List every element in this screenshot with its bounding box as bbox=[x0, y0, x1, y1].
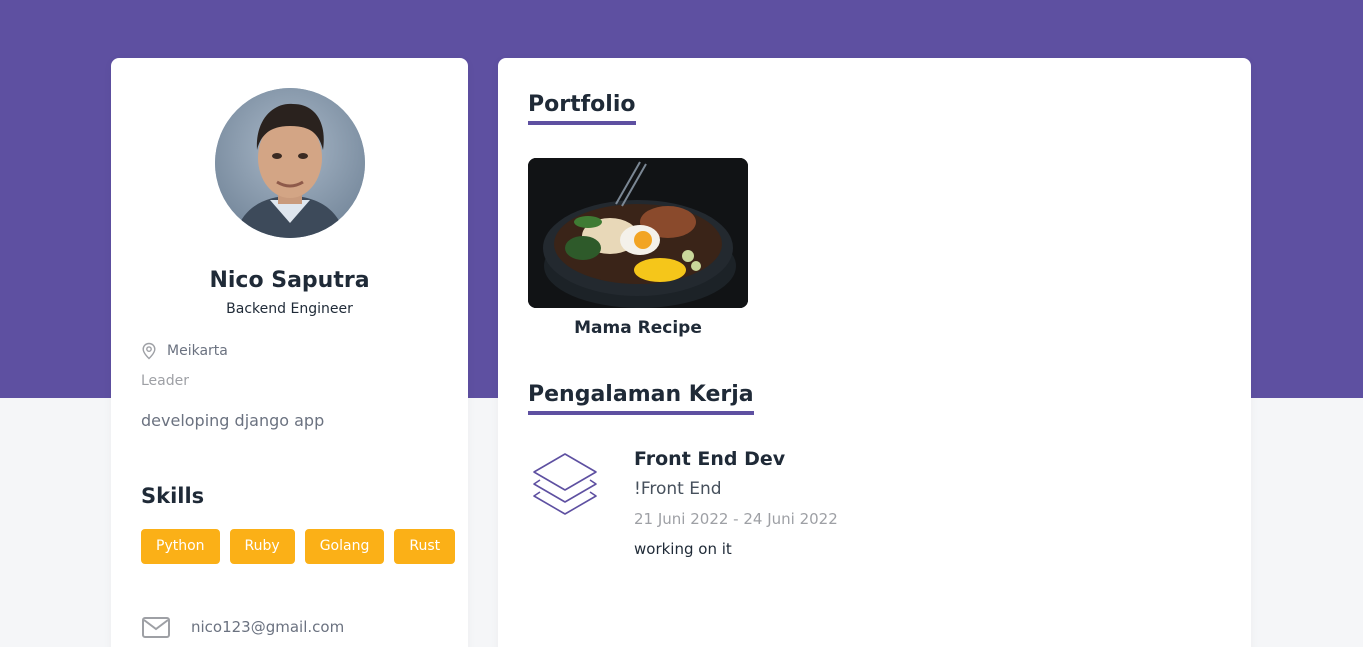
experience-description: working on it bbox=[634, 540, 732, 558]
profile-role: Backend Engineer bbox=[226, 301, 353, 317]
skill-tag-ruby: Ruby bbox=[229, 529, 295, 564]
layers-icon bbox=[528, 446, 602, 520]
experience-dates: 21 Juni 2022 - 24 Juni 2022 bbox=[634, 510, 838, 528]
portfolio-item[interactable]: Mama Recipe bbox=[528, 158, 748, 338]
location-row: Meikarta bbox=[141, 341, 228, 361]
profile-bio: developing django app bbox=[141, 411, 325, 430]
email-row[interactable]: nico123@gmail.com bbox=[141, 614, 344, 640]
mail-icon bbox=[141, 614, 171, 640]
skill-tag-python: Python bbox=[141, 529, 220, 564]
portfolio-item-name[interactable]: Mama Recipe bbox=[528, 318, 748, 338]
content-card: Portfolio Mama Recipe Pengalaman Kerja F… bbox=[498, 58, 1251, 647]
skill-tag-rust: Rust bbox=[394, 529, 456, 564]
job-status: Leader bbox=[141, 373, 190, 389]
skills-list: Python Ruby Golang Rust bbox=[141, 529, 456, 564]
experience-position: Front End Dev bbox=[634, 448, 786, 470]
avatar bbox=[215, 88, 365, 238]
portfolio-thumbnail[interactable] bbox=[528, 158, 748, 308]
experience-item: Front End Dev !Front End 21 Juni 2022 - … bbox=[528, 446, 1218, 576]
profile-card: Nico Saputra Backend Engineer Meikarta L… bbox=[111, 58, 468, 647]
portfolio-title: Portfolio bbox=[528, 92, 636, 125]
map-pin-icon bbox=[141, 342, 157, 360]
skills-title: Skills bbox=[141, 484, 205, 508]
email-text[interactable]: nico123@gmail.com bbox=[191, 618, 344, 636]
experience-title: Pengalaman Kerja bbox=[528, 382, 754, 415]
skill-tag-golang: Golang bbox=[304, 529, 385, 564]
profile-name: Nico Saputra bbox=[209, 268, 370, 293]
location-text: Meikarta bbox=[167, 343, 228, 359]
experience-company: !Front End bbox=[634, 479, 722, 499]
profile-page: Nico Saputra Backend Engineer Meikarta L… bbox=[0, 0, 1363, 647]
